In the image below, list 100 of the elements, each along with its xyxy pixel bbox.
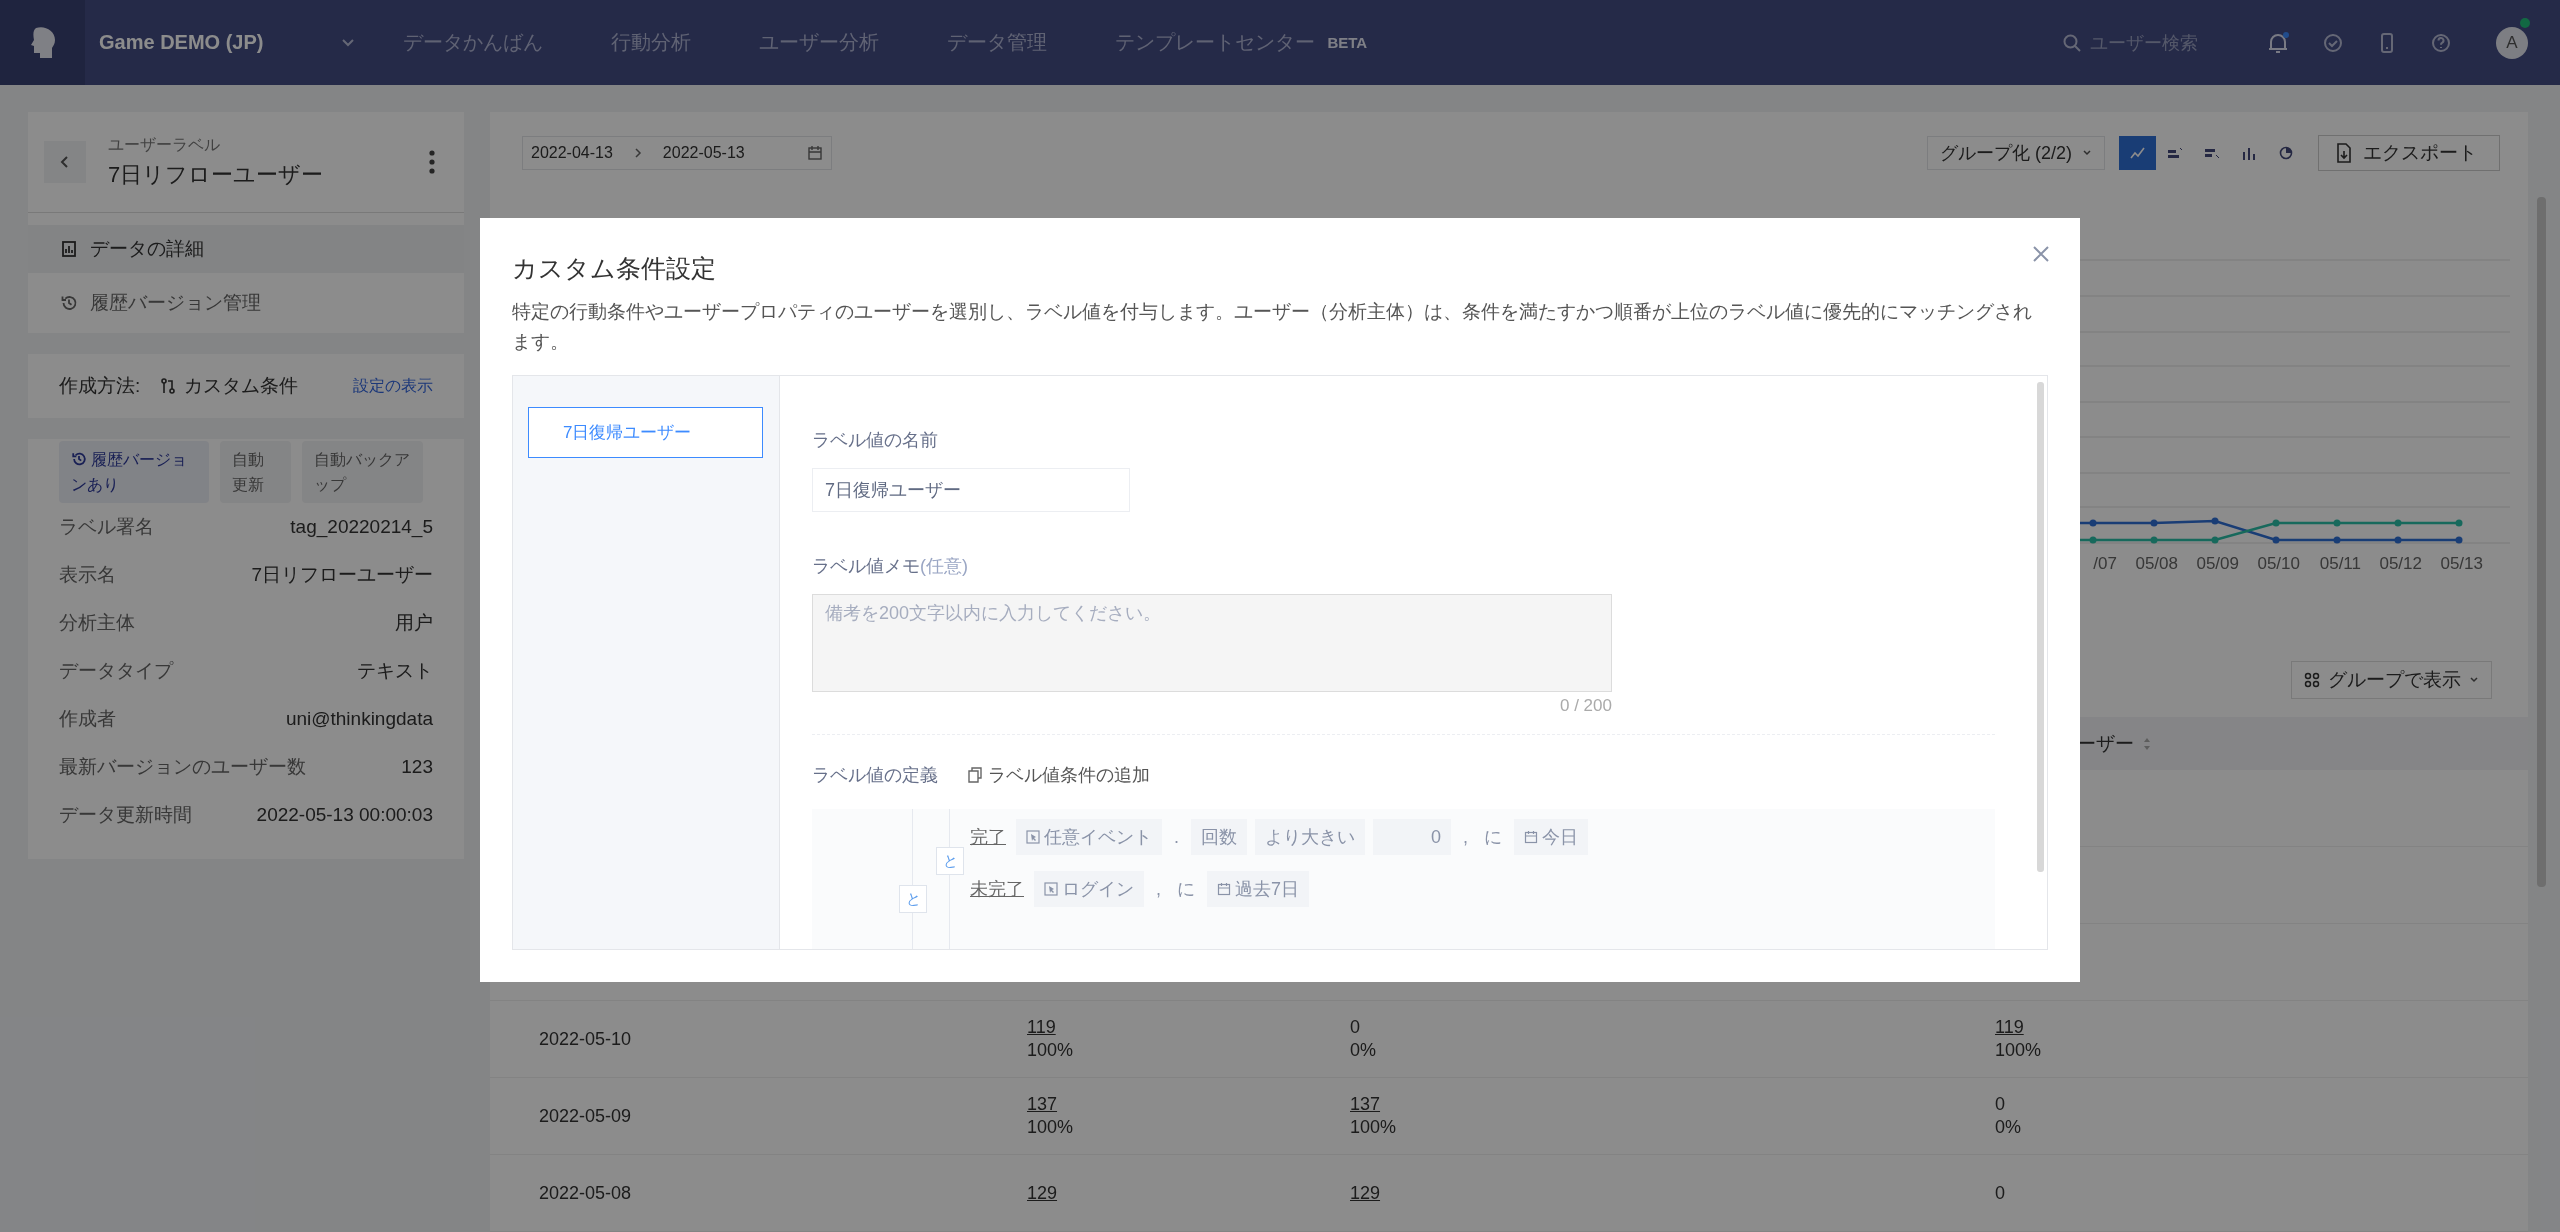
sidebar-menu-item[interactable]: データの詳細 xyxy=(28,225,464,273)
property-name: 分析主体 xyxy=(59,611,135,635)
percent-text: 100% xyxy=(1350,1117,1397,1138)
name-label: ラベル値の名前 xyxy=(812,429,938,452)
view-settings-link[interactable]: 設定の表示 xyxy=(353,375,433,397)
report-icon xyxy=(60,240,78,258)
condition-text: , xyxy=(1462,826,1470,848)
property-name: ラベル署名 xyxy=(59,515,154,539)
line-chart-button[interactable] xyxy=(2119,135,2156,170)
nav-link[interactable]: テンプレートセンター xyxy=(1115,29,1316,56)
chevron-down-icon[interactable] xyxy=(341,37,356,48)
search-icon xyxy=(2062,32,2082,53)
nav-link[interactable]: データ管理 xyxy=(947,29,1048,56)
table-cell: 0 xyxy=(1995,1182,2005,1204)
and-toggle[interactable]: と xyxy=(936,847,964,875)
axis-label: 05/11 xyxy=(2319,554,2361,573)
sidebar-menu-item[interactable]: 履歴バージョン管理 xyxy=(28,273,464,333)
number-input[interactable]: 0 xyxy=(1373,819,1451,855)
axis-label: 05/09 xyxy=(2196,554,2239,573)
dialog-title: カスタム条件設定 xyxy=(512,253,716,284)
axis-label: 05/12 xyxy=(2379,554,2422,573)
check-circle-icon[interactable] xyxy=(2322,31,2344,54)
label-tag: 履歴バージョンあり xyxy=(59,441,209,503)
calendar-icon xyxy=(1217,882,1231,896)
user-count-link[interactable]: 119 xyxy=(1995,1017,2024,1038)
user-count-link[interactable]: 137 xyxy=(1350,1094,1381,1115)
bar-chart-icon xyxy=(2240,145,2257,160)
date-selector[interactable]: 過去7日 xyxy=(1207,871,1310,907)
percent-text: 0% xyxy=(1995,1117,2021,1138)
condition-selector[interactable]: より大きい xyxy=(1255,819,1365,855)
chevron-right-icon xyxy=(632,146,643,159)
label-title: 7日リフローユーザー xyxy=(108,160,325,189)
nav-link[interactable]: 行動分析 xyxy=(611,29,692,56)
label-tag: 自動バックアップ xyxy=(302,441,423,503)
group-display-dropdown[interactable]: グループで表示 xyxy=(2291,661,2492,699)
download-file-icon xyxy=(2335,142,2353,163)
property-value: uni@thinkingdata xyxy=(285,708,433,730)
creation-method-value: カスタム条件 xyxy=(184,374,299,398)
label-value-item[interactable]: 7日復帰ユーザー xyxy=(528,407,763,458)
user-count-link[interactable]: 137 xyxy=(1027,1094,1058,1115)
copy-icon xyxy=(968,767,982,783)
logo-icon[interactable] xyxy=(0,0,85,85)
property-name: 最新バージョンのユーザー数 xyxy=(59,755,306,779)
close-icon[interactable] xyxy=(2032,245,2050,263)
creation-method-label: 作成方法: xyxy=(59,374,141,398)
export-button[interactable]: エクスポート xyxy=(2318,134,2500,171)
notification-bell-icon[interactable] xyxy=(2266,30,2290,55)
property-value: 2022-05-13 00:00:03 xyxy=(256,804,433,826)
condition-text: に xyxy=(1176,878,1196,901)
user-count-link[interactable]: 129 xyxy=(1350,1182,1381,1204)
add-condition-link[interactable]: ラベル値条件の追加 xyxy=(968,763,1150,787)
dialog-description: 特定の行動条件やユーザープロパティのユーザーを選別し、ラベル値を付与します。ユーザー（分析主体）は、条件を満たすかつ順番が上位のラベル値に優先的にマッチングされます。 xyxy=(512,300,2033,354)
chevron-left-icon xyxy=(60,155,70,169)
calendar-icon xyxy=(807,144,823,161)
branch-icon xyxy=(160,377,177,395)
calendar-icon xyxy=(1524,830,1539,844)
axis-label: 05/10 xyxy=(2257,554,2300,573)
character-count: 0 / 200 xyxy=(1559,696,1612,716)
and-toggle[interactable]: と xyxy=(899,885,927,913)
property-value: 7日リフローユーザー xyxy=(251,563,433,587)
condition-selector[interactable]: 回数 xyxy=(1191,819,1247,855)
caret-down-icon xyxy=(2469,676,2479,684)
property-value: tag_20220214_5 xyxy=(290,516,433,538)
action-selector[interactable]: 未完了 xyxy=(970,877,1024,901)
nav-link[interactable]: ユーザー分析 xyxy=(759,29,880,56)
label-tag: 自動更新 xyxy=(220,441,291,503)
name-input[interactable]: 7日復帰ユーザー xyxy=(812,468,1130,512)
cursor-icon xyxy=(1044,882,1058,896)
event-selector[interactable]: ログイン xyxy=(1034,871,1144,907)
user-count-link[interactable]: 119 xyxy=(1027,1017,1056,1038)
property-value: 用户 xyxy=(395,611,433,635)
scrollbar-thumb[interactable] xyxy=(2537,197,2546,887)
more-options-icon[interactable] xyxy=(428,149,436,175)
group-by-dropdown[interactable]: グループ化 (2/2) xyxy=(1927,135,2105,170)
project-name[interactable]: Game DEMO (JP) xyxy=(99,31,264,54)
property-name: 表示名 xyxy=(59,563,116,587)
beta-label: BETA xyxy=(1327,34,1368,51)
date-cell-text: 2022-05-09 xyxy=(539,1105,633,1127)
property-name: データ更新時間 xyxy=(59,803,192,827)
date-cell-text: 2022-05-10 xyxy=(539,1028,633,1050)
horizontal-bar-icon xyxy=(2166,145,2183,160)
date-range-picker[interactable]: 2022-04-13 2022-05-13 xyxy=(522,135,832,170)
line-chart-icon xyxy=(2129,145,2146,160)
user-count-link[interactable]: 129 xyxy=(1027,1182,1058,1204)
axis-label: /07 xyxy=(2093,554,2117,573)
event-selector[interactable]: 任意イベント xyxy=(1016,819,1162,855)
user-avatar[interactable]: A xyxy=(2496,26,2528,59)
action-selector[interactable]: 完了 xyxy=(970,825,1006,849)
caret-down-icon xyxy=(2082,148,2092,157)
date-selector[interactable]: 今日 xyxy=(1514,819,1589,855)
help-icon[interactable] xyxy=(2430,31,2452,54)
scrollbar-thumb[interactable] xyxy=(2037,382,2044,872)
condition-text: に xyxy=(1483,826,1504,849)
nav-link[interactable]: データかんばん xyxy=(403,29,544,56)
table-cell: 0 xyxy=(1995,1094,2005,1115)
status-dot-icon xyxy=(2520,17,2530,28)
condition-text: . xyxy=(1173,826,1180,848)
axis-label: 05/13 xyxy=(2440,554,2483,573)
memo-textarea[interactable]: 備考を200文字以内に入力してください。 xyxy=(812,594,1612,692)
table-cell: 0 xyxy=(1350,1017,1360,1038)
